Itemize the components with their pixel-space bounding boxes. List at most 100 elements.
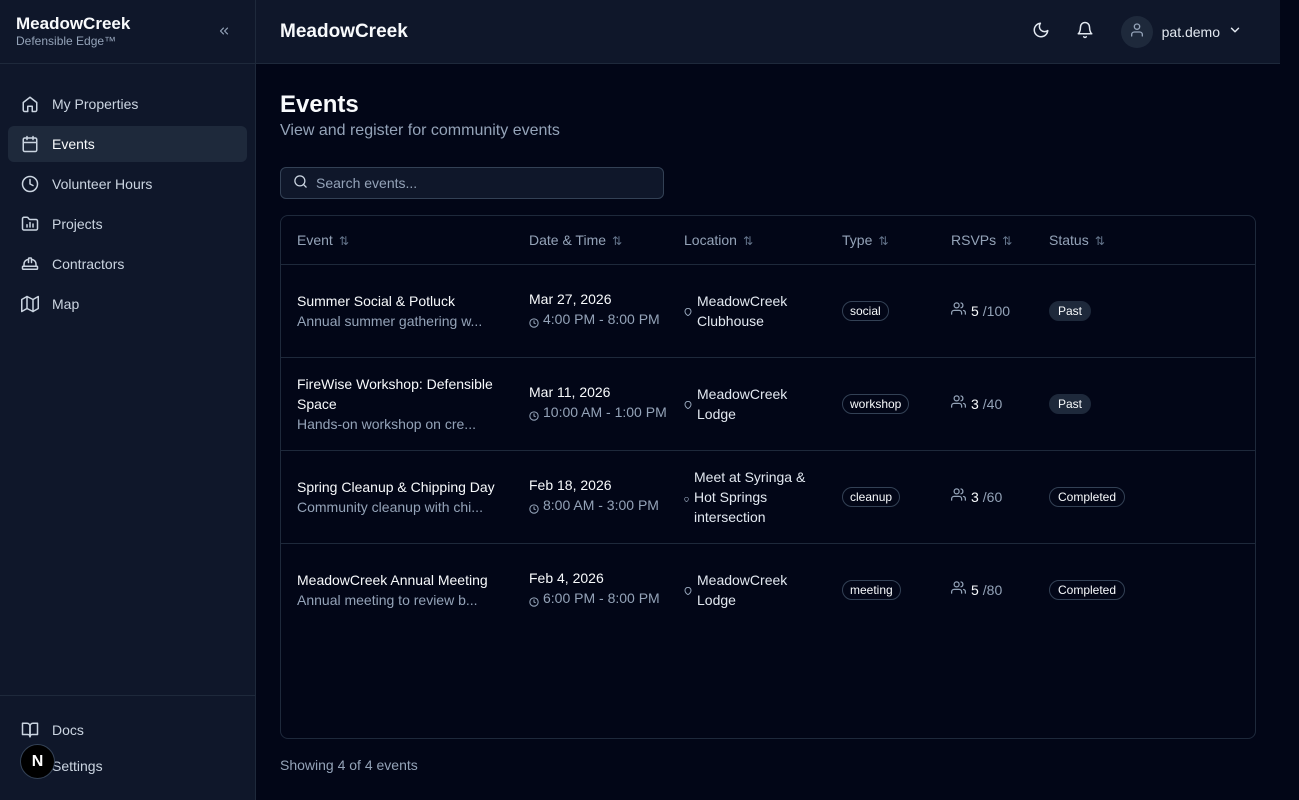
main-content: Events View and register for community e…: [280, 64, 1256, 773]
status-badge: Completed: [1049, 580, 1126, 601]
sidebar-item-label: Events: [52, 136, 95, 152]
column-label: Status: [1049, 231, 1089, 248]
event-location: Meet at Syringa & Hot Springs intersecti…: [694, 468, 806, 525]
collapse-sidebar-icon[interactable]: [215, 22, 233, 40]
table-row[interactable]: FireWise Workshop: Defensible Space Hand…: [281, 357, 1255, 451]
calendar-icon: [20, 134, 40, 154]
column-header-type[interactable]: Type ⇅: [826, 216, 935, 265]
sidebar-item-label: Volunteer Hours: [52, 176, 153, 192]
status-cell: Past: [1033, 357, 1255, 451]
sidebar-item-label: Projects: [52, 216, 103, 232]
folder-chart-icon: [20, 214, 40, 234]
status-badge: Past: [1049, 394, 1092, 414]
sidebar-item-docs[interactable]: Docs: [8, 712, 247, 748]
hard-hat-icon: [20, 254, 40, 274]
rsvp-max: /40: [982, 395, 1003, 412]
type-cell: social: [826, 264, 935, 358]
topbar-actions: pat.demo: [1015, 14, 1256, 50]
dev-tools-badge[interactable]: N: [20, 744, 55, 779]
sort-icon: ⇅: [1002, 233, 1013, 248]
location-cell: MeadowCreek Clubhouse: [668, 264, 826, 358]
status-cell: Past: [1033, 264, 1255, 358]
column-label: Event: [297, 231, 333, 248]
moon-icon: [1032, 21, 1050, 42]
table-row[interactable]: Summer Social & Potluck Annual summer ga…: [281, 264, 1255, 358]
column-header-rsvps[interactable]: RSVPs ⇅: [935, 216, 1033, 265]
user-name: pat.demo: [1161, 23, 1220, 40]
event-date: Mar 11, 2026: [529, 383, 611, 400]
map-pin-icon: [684, 487, 689, 507]
column-header-date-time[interactable]: Date & Time ⇅: [513, 216, 668, 265]
search-input[interactable]: [316, 175, 636, 191]
event-date: Feb 4, 2026: [529, 569, 604, 586]
event-description: Annual summer gathering w...: [297, 312, 483, 329]
location-cell: MeadowCreek Lodge: [668, 357, 826, 451]
table-row[interactable]: Spring Cleanup & Chipping Day Community …: [281, 450, 1255, 544]
rsvp-count: 5: [971, 581, 979, 598]
table-header-row: Event ⇅ Date & Time ⇅ Location ⇅ Type ⇅ RSVP…: [281, 216, 1255, 265]
column-header-status[interactable]: Status ⇅: [1033, 216, 1255, 265]
rsvp-max: /60: [982, 488, 1003, 505]
search-icon: [293, 174, 308, 192]
sidebar-item-my-properties[interactable]: My Properties: [8, 86, 247, 122]
column-header-event[interactable]: Event ⇅: [281, 216, 513, 265]
event-time: 4:00 PM - 8:00 PM: [543, 310, 660, 327]
event-description: Community cleanup with chi...: [297, 498, 483, 515]
event-cell: FireWise Workshop: Defensible Space Hand…: [281, 357, 513, 451]
theme-toggle-button[interactable]: [1023, 14, 1059, 50]
table-row[interactable]: MeadowCreek Annual Meeting Annual meetin…: [281, 543, 1255, 636]
date-time-cell: Feb 4, 2026 6:00 PM - 8:00 PM: [513, 543, 668, 636]
sidebar-item-map[interactable]: Map: [8, 286, 247, 322]
type-badge: workshop: [842, 394, 910, 414]
sidebar-item-contractors[interactable]: Contractors: [8, 246, 247, 282]
clock-icon: [529, 499, 539, 519]
users-icon: [951, 394, 966, 414]
sidebar-item-events[interactable]: Events: [8, 126, 247, 162]
rsvp-cell: 5/100: [935, 264, 1033, 358]
sort-icon: ⇅: [878, 233, 889, 248]
column-label: Location: [684, 231, 737, 248]
user-icon: [1129, 22, 1145, 41]
sidebar-item-volunteer-hours[interactable]: Volunteer Hours: [8, 166, 247, 202]
event-cell: Summer Social & Potluck Annual summer ga…: [281, 264, 513, 358]
clock-icon: [529, 406, 539, 426]
event-time: 8:00 AM - 3:00 PM: [543, 496, 659, 513]
users-icon: [951, 301, 966, 321]
event-title: Summer Social & Potluck: [297, 292, 455, 309]
home-icon: [20, 94, 40, 114]
sidebar-item-label: Docs: [52, 722, 84, 738]
map-pin-icon: [684, 301, 692, 321]
type-cell: workshop: [826, 357, 935, 451]
column-header-location[interactable]: Location ⇅: [668, 216, 826, 265]
location-cell: MeadowCreek Lodge: [668, 543, 826, 636]
sort-icon: ⇅: [338, 233, 349, 248]
clock-icon: [529, 592, 539, 612]
avatar: [1120, 15, 1153, 48]
location-cell: Meet at Syringa & Hot Springs intersecti…: [668, 450, 826, 544]
search-box: [280, 167, 664, 199]
user-menu[interactable]: pat.demo: [1120, 15, 1242, 48]
event-location: MeadowCreek Clubhouse: [697, 292, 788, 329]
event-location: MeadowCreek Lodge: [697, 571, 788, 608]
bell-icon: [1076, 21, 1094, 42]
type-badge: social: [842, 301, 889, 321]
status-badge: Completed: [1049, 487, 1126, 507]
map-pin-icon: [684, 394, 692, 414]
users-icon: [951, 580, 966, 600]
sidebar-item-projects[interactable]: Projects: [8, 206, 247, 242]
rsvp-cell: 3/60: [935, 450, 1033, 544]
sort-icon: ⇅: [612, 233, 623, 248]
clock-icon: [20, 174, 40, 194]
results-count: Showing 4 of 4 events: [280, 757, 418, 773]
date-time-cell: Mar 11, 2026 10:00 AM - 1:00 PM: [513, 357, 668, 451]
event-date: Mar 27, 2026: [529, 290, 612, 307]
status-badge: Past: [1049, 301, 1092, 321]
status-cell: Completed: [1033, 450, 1255, 544]
status-cell: Completed: [1033, 543, 1255, 636]
type-badge: meeting: [842, 580, 901, 601]
map-pin-icon: [684, 580, 692, 600]
date-time-cell: Feb 18, 2026 8:00 AM - 3:00 PM: [513, 450, 668, 544]
brand: MeadowCreek Defensible Edge™: [0, 0, 255, 64]
notifications-button[interactable]: [1067, 14, 1103, 50]
sidebar: MeadowCreek Defensible Edge™ My Properti…: [0, 0, 256, 800]
